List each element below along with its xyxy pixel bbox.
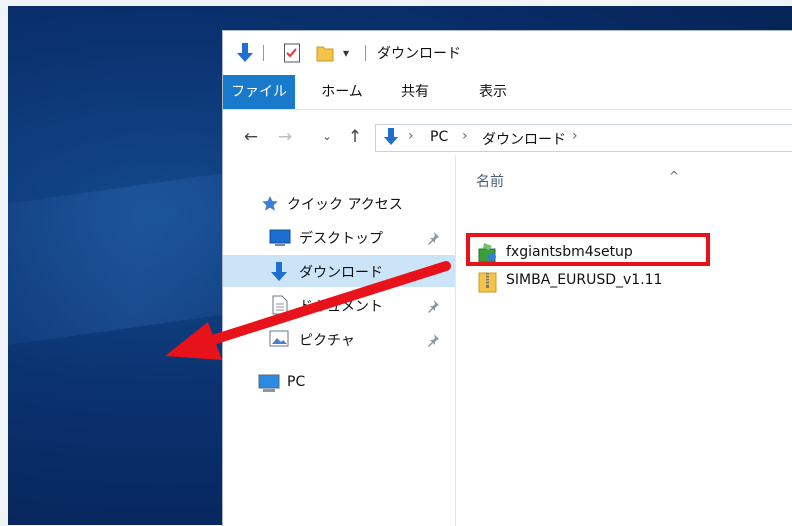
annotation-arrow [165, 261, 451, 360]
arrow-head [165, 322, 222, 360]
arrow-shaft [195, 261, 451, 349]
